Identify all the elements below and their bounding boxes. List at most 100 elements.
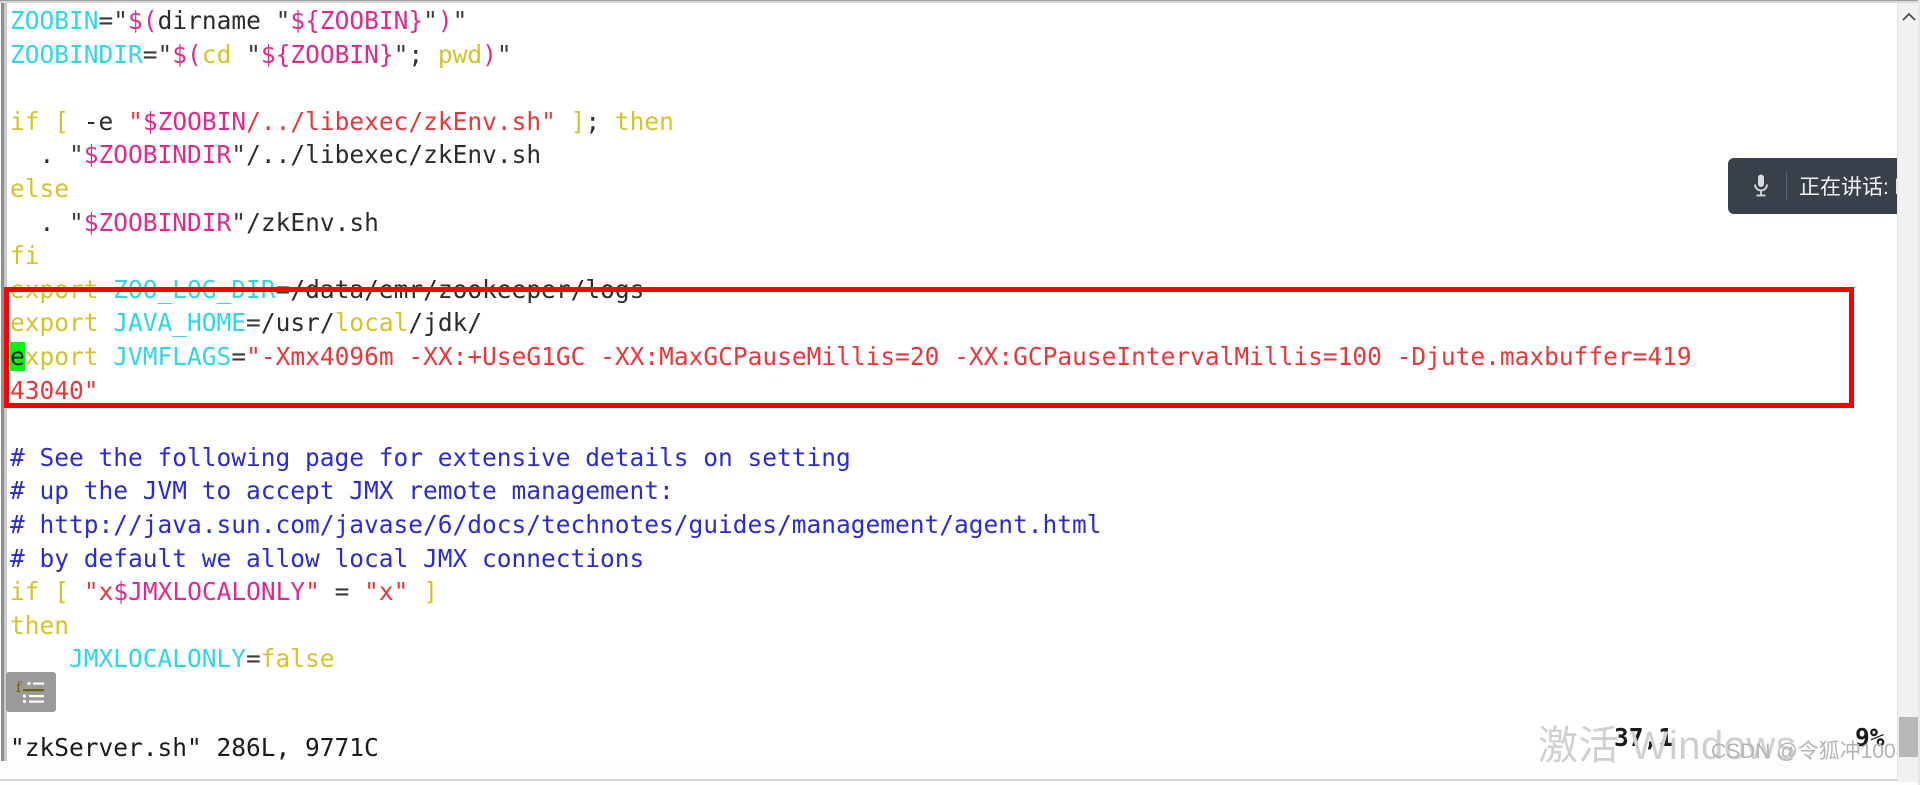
line-blank-2[interactable] (7, 407, 1847, 441)
code-token: = (275, 274, 291, 304)
code-token: then (614, 106, 674, 136)
microphone-icon (1744, 173, 1778, 199)
vim-terminal-window: ZOOBIN="$(dirname "${ZOOBIN}")" ZOOBINDIR… (0, 0, 1920, 785)
code-token: /data/emr/zookeeper/logs (290, 274, 645, 304)
code-token: /../libexec/zkEnv.sh (246, 140, 542, 170)
code-token: pwd (437, 39, 483, 69)
code-token: ) (482, 39, 497, 69)
line-else[interactable]: else (7, 172, 1847, 206)
code-token: if (10, 577, 40, 607)
code-token: xport (24, 341, 99, 371)
code-token: false (260, 644, 335, 674)
line-comment-url[interactable]: # http://java.sun.com/javase/6/docs/tech… (7, 508, 1847, 542)
line-export-zoo-log-dir[interactable]: export ZOO_LOG_DIR=/data/emr/zookeeper/l… (7, 273, 1847, 307)
line-jmxlocalonly-false[interactable]: JMXLOCALONLY=false (7, 642, 1847, 676)
code-token: export (10, 308, 99, 338)
line-source-libexec[interactable]: . "$ZOOBINDIR"/../libexec/zkEnv.sh (7, 138, 1847, 172)
chevron-up-icon (1902, 12, 1916, 20)
editor-text-buffer[interactable]: ZOOBIN="$(dirname "${ZOOBIN}")" ZOOBINDIR… (7, 4, 1847, 739)
code-token: " (393, 39, 409, 69)
line-fi-1[interactable]: fi (7, 239, 1847, 273)
scroll-up-button[interactable] (1898, 3, 1920, 29)
code-token: " (305, 577, 320, 607)
line-source-zkenv[interactable]: . "$ZOOBINDIR"/zkEnv.sh (7, 206, 1847, 240)
code-token: local (334, 308, 409, 338)
code-token: = (246, 644, 261, 674)
code-token: JAVA_HOME (113, 308, 247, 338)
code-token: " (231, 140, 247, 170)
code-token: ZOOBINDIR (10, 39, 143, 69)
window-bottom-border (0, 779, 1920, 781)
code-token: [ (54, 577, 70, 607)
status-file-info: "zkServer.sh" 286L, 9771C (10, 733, 379, 762)
code-token: " (69, 207, 84, 237)
code-token: = (98, 6, 114, 35)
code-token: # by default we allow local JMX connecti… (10, 543, 645, 573)
code-token: " (113, 6, 129, 35)
code-token: $JMXLOCALONLY (113, 577, 306, 607)
code-token: = (334, 577, 350, 607)
code-token: -e (69, 106, 129, 136)
code-token: $( (172, 39, 202, 69)
code-token: " (231, 207, 247, 237)
code-token: else (10, 173, 70, 203)
code-token: "x" (364, 577, 409, 607)
code-token: " (83, 577, 99, 607)
code-token: /../libexec/zkEnv.sh" (246, 106, 556, 136)
line-jvmflags-wrap[interactable]: 43040" (7, 374, 1847, 408)
code-token: # http://java.sun.com/javase/6/docs/tech… (10, 509, 1102, 539)
line-then[interactable]: then (7, 609, 1847, 643)
line-comment-bydefault[interactable]: # by default we allow local JMX connecti… (7, 542, 1847, 576)
code-token: ${ZOOBIN} (260, 39, 394, 69)
code-token: ZOO_LOG_DIR (113, 274, 276, 304)
svg-text:f: f (16, 680, 23, 696)
line-if-jmxlocalonly[interactable]: if [ "x$JMXLOCALONLY" = "x" ] (7, 575, 1847, 609)
code-token: then (10, 610, 70, 640)
line-zoobindir[interactable]: ZOOBINDIR="$(cd "${ZOOBIN}"; pwd)" (7, 38, 1847, 72)
code-token: # up the JVM to accept JMX remote manage… (10, 476, 674, 506)
code-token: cd (201, 39, 247, 69)
scrollbar-thumb[interactable] (1899, 717, 1920, 757)
csdn-author-signature: CSDN @令狐冲1008 (1711, 740, 1908, 763)
window-left-edge (0, 3, 7, 761)
line-comment-see[interactable]: # See the following page for extensive d… (7, 441, 1847, 475)
code-token: " (128, 106, 143, 136)
code-token: dirname (157, 6, 276, 35)
line-blank-1[interactable] (7, 71, 1847, 105)
line-export-java-home[interactable]: export JAVA_HOME=/usr/local/jdk/ (7, 306, 1847, 340)
code-token: " (157, 39, 173, 69)
line-comment-up-jvm[interactable]: # up the JVM to accept JMX remote manage… (7, 474, 1847, 508)
line-if-zoobin[interactable]: if [ -e "$ZOOBIN/../libexec/zkEnv.sh" ];… (7, 105, 1847, 139)
code-token: $ZOOBINDIR (83, 140, 232, 170)
code-token: " (452, 6, 468, 35)
code-token: $ZOOBINDIR (83, 207, 232, 237)
code-token: 43040" (10, 375, 99, 405)
vertical-scrollbar[interactable] (1897, 3, 1920, 782)
code-token: ) (437, 6, 453, 35)
line-zoobin[interactable]: ZOOBIN="$(dirname "${ZOOBIN}")" (7, 4, 1847, 38)
ime-mode-indicator[interactable]: f (6, 672, 56, 712)
code-token: export (10, 274, 99, 304)
line-export-jvmflags[interactable]: export JVMFLAGS="-Xmx4096m -XX:+UseG1GC … (7, 340, 1847, 374)
overlay-divider (1786, 171, 1787, 201)
speaking-status-overlay[interactable]: 正在讲话: house (1728, 158, 1920, 214)
window-top-border (0, 0, 1920, 3)
code-token: if (10, 106, 40, 136)
code-token: ZOOBIN (10, 6, 99, 35)
editor-cursor: e (10, 341, 25, 371)
code-token: ; (585, 106, 601, 136)
code-token: /usr/ (260, 308, 335, 338)
code-token: /jdk/ (408, 308, 483, 338)
code-token: [ (54, 106, 70, 136)
